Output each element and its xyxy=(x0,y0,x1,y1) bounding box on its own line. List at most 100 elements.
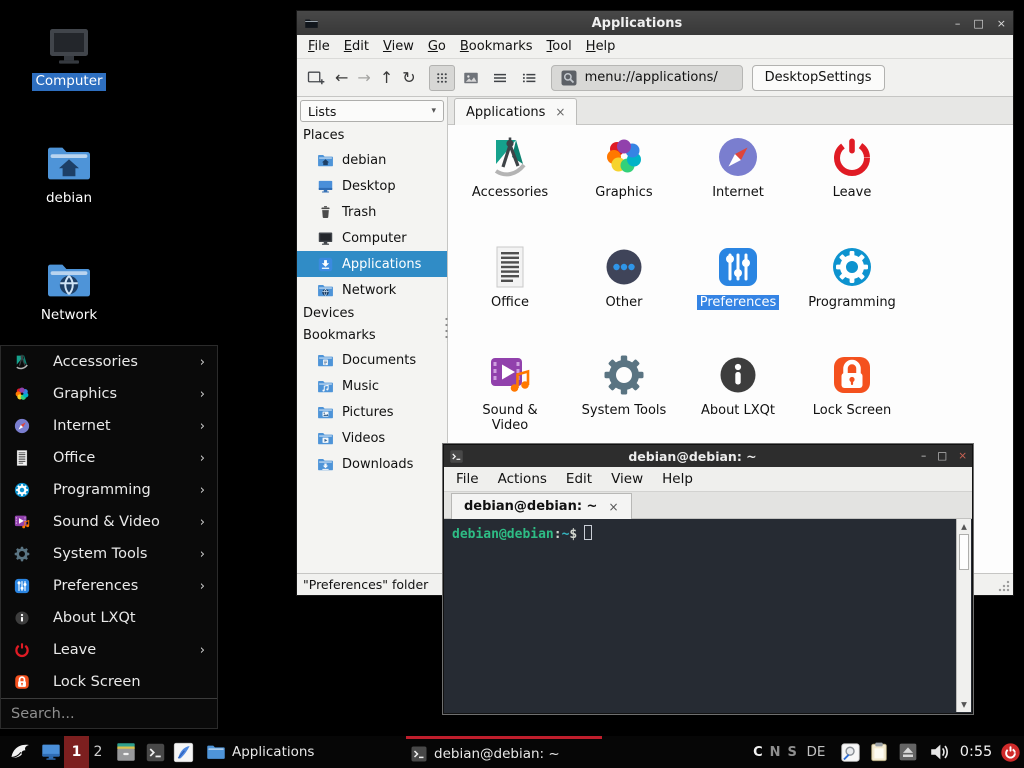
main-menu-button[interactable] xyxy=(6,736,34,768)
sidebar-item-desktop[interactable]: Desktop xyxy=(297,173,447,199)
menu-item-graphics[interactable]: Graphics› xyxy=(1,378,217,410)
text-editor-launcher[interactable] xyxy=(170,736,196,768)
sidebar-item-music[interactable]: Music xyxy=(297,373,447,399)
leave-button[interactable] xyxy=(998,736,1022,768)
removable-media-tray-icon[interactable] xyxy=(896,736,920,768)
sidebar-mode-select[interactable]: Lists ▾ xyxy=(300,100,444,122)
back-icon[interactable]: ← xyxy=(335,70,348,86)
reload-icon[interactable]: ↻ xyxy=(402,70,415,86)
show-desktop-button[interactable] xyxy=(38,736,64,768)
sidebar-item-pictures[interactable]: Pictures xyxy=(297,399,447,425)
sidebar-item-trash[interactable]: Trash xyxy=(297,199,447,225)
tab-close-icon[interactable]: × xyxy=(555,105,565,119)
clock[interactable]: 0:55 xyxy=(954,736,998,768)
menu-item-about-lxqt[interactable]: About LXQt xyxy=(1,602,217,634)
terminal-menu-edit[interactable]: Edit xyxy=(566,471,592,487)
grid-item-sound-video[interactable]: Sound & Video xyxy=(456,351,564,434)
terminal-scrollbar[interactable]: ▲ ▼ xyxy=(956,519,971,712)
fm-menu-file[interactable]: File xyxy=(301,37,337,56)
menu-item-lock-screen[interactable]: Lock Screen xyxy=(1,666,217,698)
screenshot-tray-icon[interactable] xyxy=(838,736,862,768)
terminal-icon xyxy=(410,745,428,763)
terminal-output[interactable]: debian@debian:~$ xyxy=(445,519,956,712)
menu-item-accessories[interactable]: Accessories› xyxy=(1,346,217,378)
maximize-icon[interactable]: □ xyxy=(937,450,947,462)
tab-applications[interactable]: Applications × xyxy=(454,98,577,125)
grid-item-accessories[interactable]: Accessories xyxy=(456,133,564,200)
fm-titlebar[interactable]: Applications – □ × xyxy=(297,11,1013,35)
fm-menu-help[interactable]: Help xyxy=(579,37,623,56)
keyboard-indicator[interactable]: C N S xyxy=(750,736,800,768)
sidebar-item-documents[interactable]: Documents xyxy=(297,347,447,373)
sidebar-item-debian[interactable]: debian xyxy=(297,147,447,173)
fm-menu-go[interactable]: Go xyxy=(421,37,453,56)
grid-item-programming[interactable]: Programming xyxy=(798,243,906,310)
workspace-1-button[interactable]: 1 xyxy=(64,736,89,768)
terminal-menu-actions[interactable]: Actions xyxy=(498,471,547,487)
terminal-menu-view[interactable]: View xyxy=(611,471,643,487)
detailed-view-button[interactable] xyxy=(516,65,542,91)
scrollbar-thumb[interactable] xyxy=(959,534,969,570)
close-icon[interactable]: × xyxy=(958,450,967,462)
icon-view-button[interactable] xyxy=(429,65,455,91)
menu-item-internet[interactable]: Internet› xyxy=(1,410,217,442)
compact-view-button[interactable] xyxy=(487,65,513,91)
workspace-2-button[interactable]: 2 xyxy=(89,736,107,768)
task-button-terminal[interactable]: debian@debian: ~ xyxy=(406,736,602,768)
maximize-icon[interactable]: □ xyxy=(973,17,983,30)
forward-icon[interactable]: → xyxy=(357,70,370,86)
thumbnail-view-button[interactable] xyxy=(458,65,484,91)
terminal-menu-file[interactable]: File xyxy=(456,471,479,487)
volume-tray-icon[interactable] xyxy=(926,736,952,768)
desktop-icon-computer[interactable]: Computer xyxy=(14,22,124,91)
minimize-icon[interactable]: – xyxy=(921,450,926,462)
clipboard-tray-icon[interactable] xyxy=(866,736,892,768)
grid-item-lock-screen[interactable]: Lock Screen xyxy=(798,351,906,418)
terminal-launcher[interactable] xyxy=(142,736,168,768)
grid-item-about-lxqt[interactable]: About LXQt xyxy=(684,351,792,418)
sidebar-item-videos[interactable]: Videos xyxy=(297,425,447,451)
grid-item-preferences[interactable]: Preferences xyxy=(684,243,792,310)
menu-item-leave[interactable]: Leave› xyxy=(1,634,217,666)
menu-search-input[interactable] xyxy=(11,706,207,722)
menu-item-office[interactable]: Office› xyxy=(1,442,217,474)
fm-menu-edit[interactable]: Edit xyxy=(337,37,376,56)
new-tab-icon[interactable] xyxy=(306,68,326,88)
scroll-up-icon[interactable]: ▲ xyxy=(957,522,971,531)
task-label: debian@debian: ~ xyxy=(434,746,560,762)
close-icon[interactable]: × xyxy=(997,17,1006,30)
keyboard-layout[interactable]: DE xyxy=(802,736,830,768)
task-button-applications[interactable]: Applications xyxy=(202,736,402,768)
resize-grip[interactable] xyxy=(998,580,1010,592)
sidebar-item-downloads[interactable]: Downloads xyxy=(297,451,447,477)
menu-item-system-tools[interactable]: System Tools› xyxy=(1,538,217,570)
menu-item-programming[interactable]: Programming› xyxy=(1,474,217,506)
up-icon[interactable]: ↑ xyxy=(380,70,393,86)
desktop-icon-network[interactable]: Network xyxy=(14,256,124,325)
grid-item-graphics[interactable]: Graphics xyxy=(570,133,678,200)
address-bar[interactable]: menu://applications/ xyxy=(551,65,743,91)
minimize-icon[interactable]: – xyxy=(955,17,961,30)
menu-item-preferences[interactable]: Preferences› xyxy=(1,570,217,602)
menu-item-sound-video[interactable]: Sound & Video› xyxy=(1,506,217,538)
tab-close-icon[interactable]: × xyxy=(608,500,618,514)
fm-menu-bookmarks[interactable]: Bookmarks xyxy=(453,37,540,56)
fm-menu-view[interactable]: View xyxy=(376,37,421,56)
sidebar-item-network[interactable]: Network xyxy=(297,277,447,303)
terminal-tab[interactable]: debian@debian: ~ × xyxy=(451,493,632,519)
grid-item-other[interactable]: Other xyxy=(570,243,678,310)
sidebar-item-applications[interactable]: Applications xyxy=(297,251,447,277)
grid-item-office[interactable]: Office xyxy=(456,243,564,310)
terminal-titlebar[interactable]: debian@debian: ~ – □ × xyxy=(444,445,972,467)
desktop-icon-debian[interactable]: debian xyxy=(14,139,124,208)
file-manager-launcher[interactable] xyxy=(112,736,140,768)
grid-item-internet[interactable]: Internet xyxy=(684,133,792,200)
desktop-settings-button[interactable]: DesktopSettings xyxy=(752,65,885,91)
grid-item-system-tools[interactable]: System Tools xyxy=(570,351,678,418)
devices-header: Devices xyxy=(297,303,447,325)
terminal-menu-help[interactable]: Help xyxy=(662,471,693,487)
sidebar-item-computer[interactable]: Computer xyxy=(297,225,447,251)
fm-menu-tool[interactable]: Tool xyxy=(540,37,579,56)
scroll-down-icon[interactable]: ▼ xyxy=(957,700,971,709)
grid-item-leave[interactable]: Leave xyxy=(798,133,906,200)
